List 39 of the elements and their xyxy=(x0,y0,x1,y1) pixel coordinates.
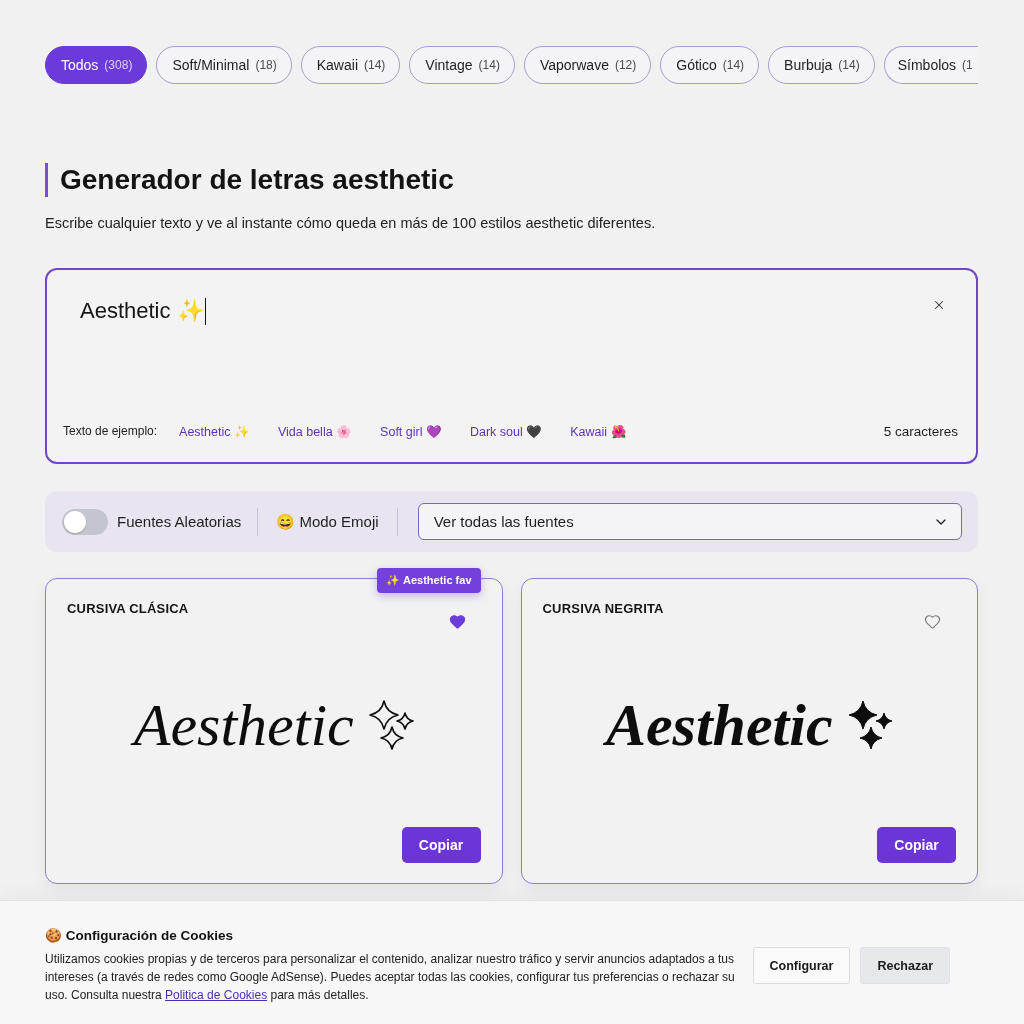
sparkles-icon xyxy=(846,700,893,750)
favorite-heart-button[interactable] xyxy=(924,613,941,629)
category-filter-tab[interactable]: Gótico (14) xyxy=(660,46,760,84)
category-filter-tab[interactable]: Burbuja (14) xyxy=(768,46,875,84)
font-preview-text: Aesthetic xyxy=(605,692,833,758)
category-filter-tab[interactable]: Vintage (14) xyxy=(409,46,515,84)
category-filter-tab[interactable]: Símbolos (1 xyxy=(883,46,978,84)
font-style-title: CURSIVA NEGRITA xyxy=(542,601,664,616)
cookie-banner-title: 🍪 Configuración de Cookies xyxy=(45,927,235,943)
configure-button[interactable]: Configurar xyxy=(752,947,851,984)
reject-button[interactable]: Rechazar xyxy=(860,947,950,984)
cookie-policy-link[interactable]: Politica de Cookies xyxy=(165,988,268,1002)
random-fonts-label: Fuentes Aleatorias xyxy=(117,513,242,530)
example-text-link[interactable]: Vida bella 🌸 xyxy=(277,423,353,439)
close-icon xyxy=(932,298,946,312)
example-text-link[interactable]: Dark soul 🖤 xyxy=(469,423,543,439)
cookie-notice-text: Utilizamos cookies propias y de terceros para personalizar el contenido, analizar nuestro tráfico y servir anuncios adaptados a tus intereses (a través de redes como Google AdSense). Puedes aceptar todas las cookies, configurar tus preferencias o rechazar su uso. Consulta nuestra Politica de Cookies para más detalles. xyxy=(45,951,736,1004)
page-title: Generador de letras aesthetic xyxy=(45,163,978,197)
category-filter-tab[interactable]: Soft/Minimal (18) xyxy=(156,46,292,84)
example-text-link[interactable]: Kawaii 🌺 xyxy=(570,423,627,439)
text-input-field[interactable]: Aesthetic ✨ xyxy=(80,296,898,420)
font-filter-select[interactable]: Ver todas las fuentes xyxy=(417,503,962,540)
text-cursor-icon xyxy=(204,298,207,325)
copy-button[interactable]: Copiar xyxy=(401,827,481,863)
example-text-link[interactable]: Soft girl 💜 xyxy=(380,423,442,439)
example-text-label: Texto de ejemplo: xyxy=(63,424,158,438)
page-subtitle: Escribe cualquier texto y ve al instante cómo queda en más de 100 estilos aesthetic diferentes. xyxy=(45,215,657,231)
font-style-title: CURSIVA CLÁSICA xyxy=(67,601,189,616)
category-filter-tab[interactable]: Todos (308) xyxy=(45,46,148,84)
random-fonts-switch[interactable] xyxy=(62,508,108,535)
category-filter-tab[interactable]: Vaporwave (12) xyxy=(523,46,652,84)
favorite-badge: ✨ Aesthetic fav xyxy=(377,568,481,593)
emoji-mode-button[interactable]: 😄 Modo Emoji xyxy=(274,512,381,531)
sparkles-icon xyxy=(367,700,414,750)
favorite-heart-button[interactable] xyxy=(448,613,466,629)
category-filter-tab[interactable]: Kawaii (14) xyxy=(300,46,401,84)
copy-button[interactable]: Copiar xyxy=(877,827,956,863)
example-text-link[interactable]: Aesthetic ✨ xyxy=(179,423,250,439)
character-count: 5 caracteres xyxy=(883,423,958,439)
